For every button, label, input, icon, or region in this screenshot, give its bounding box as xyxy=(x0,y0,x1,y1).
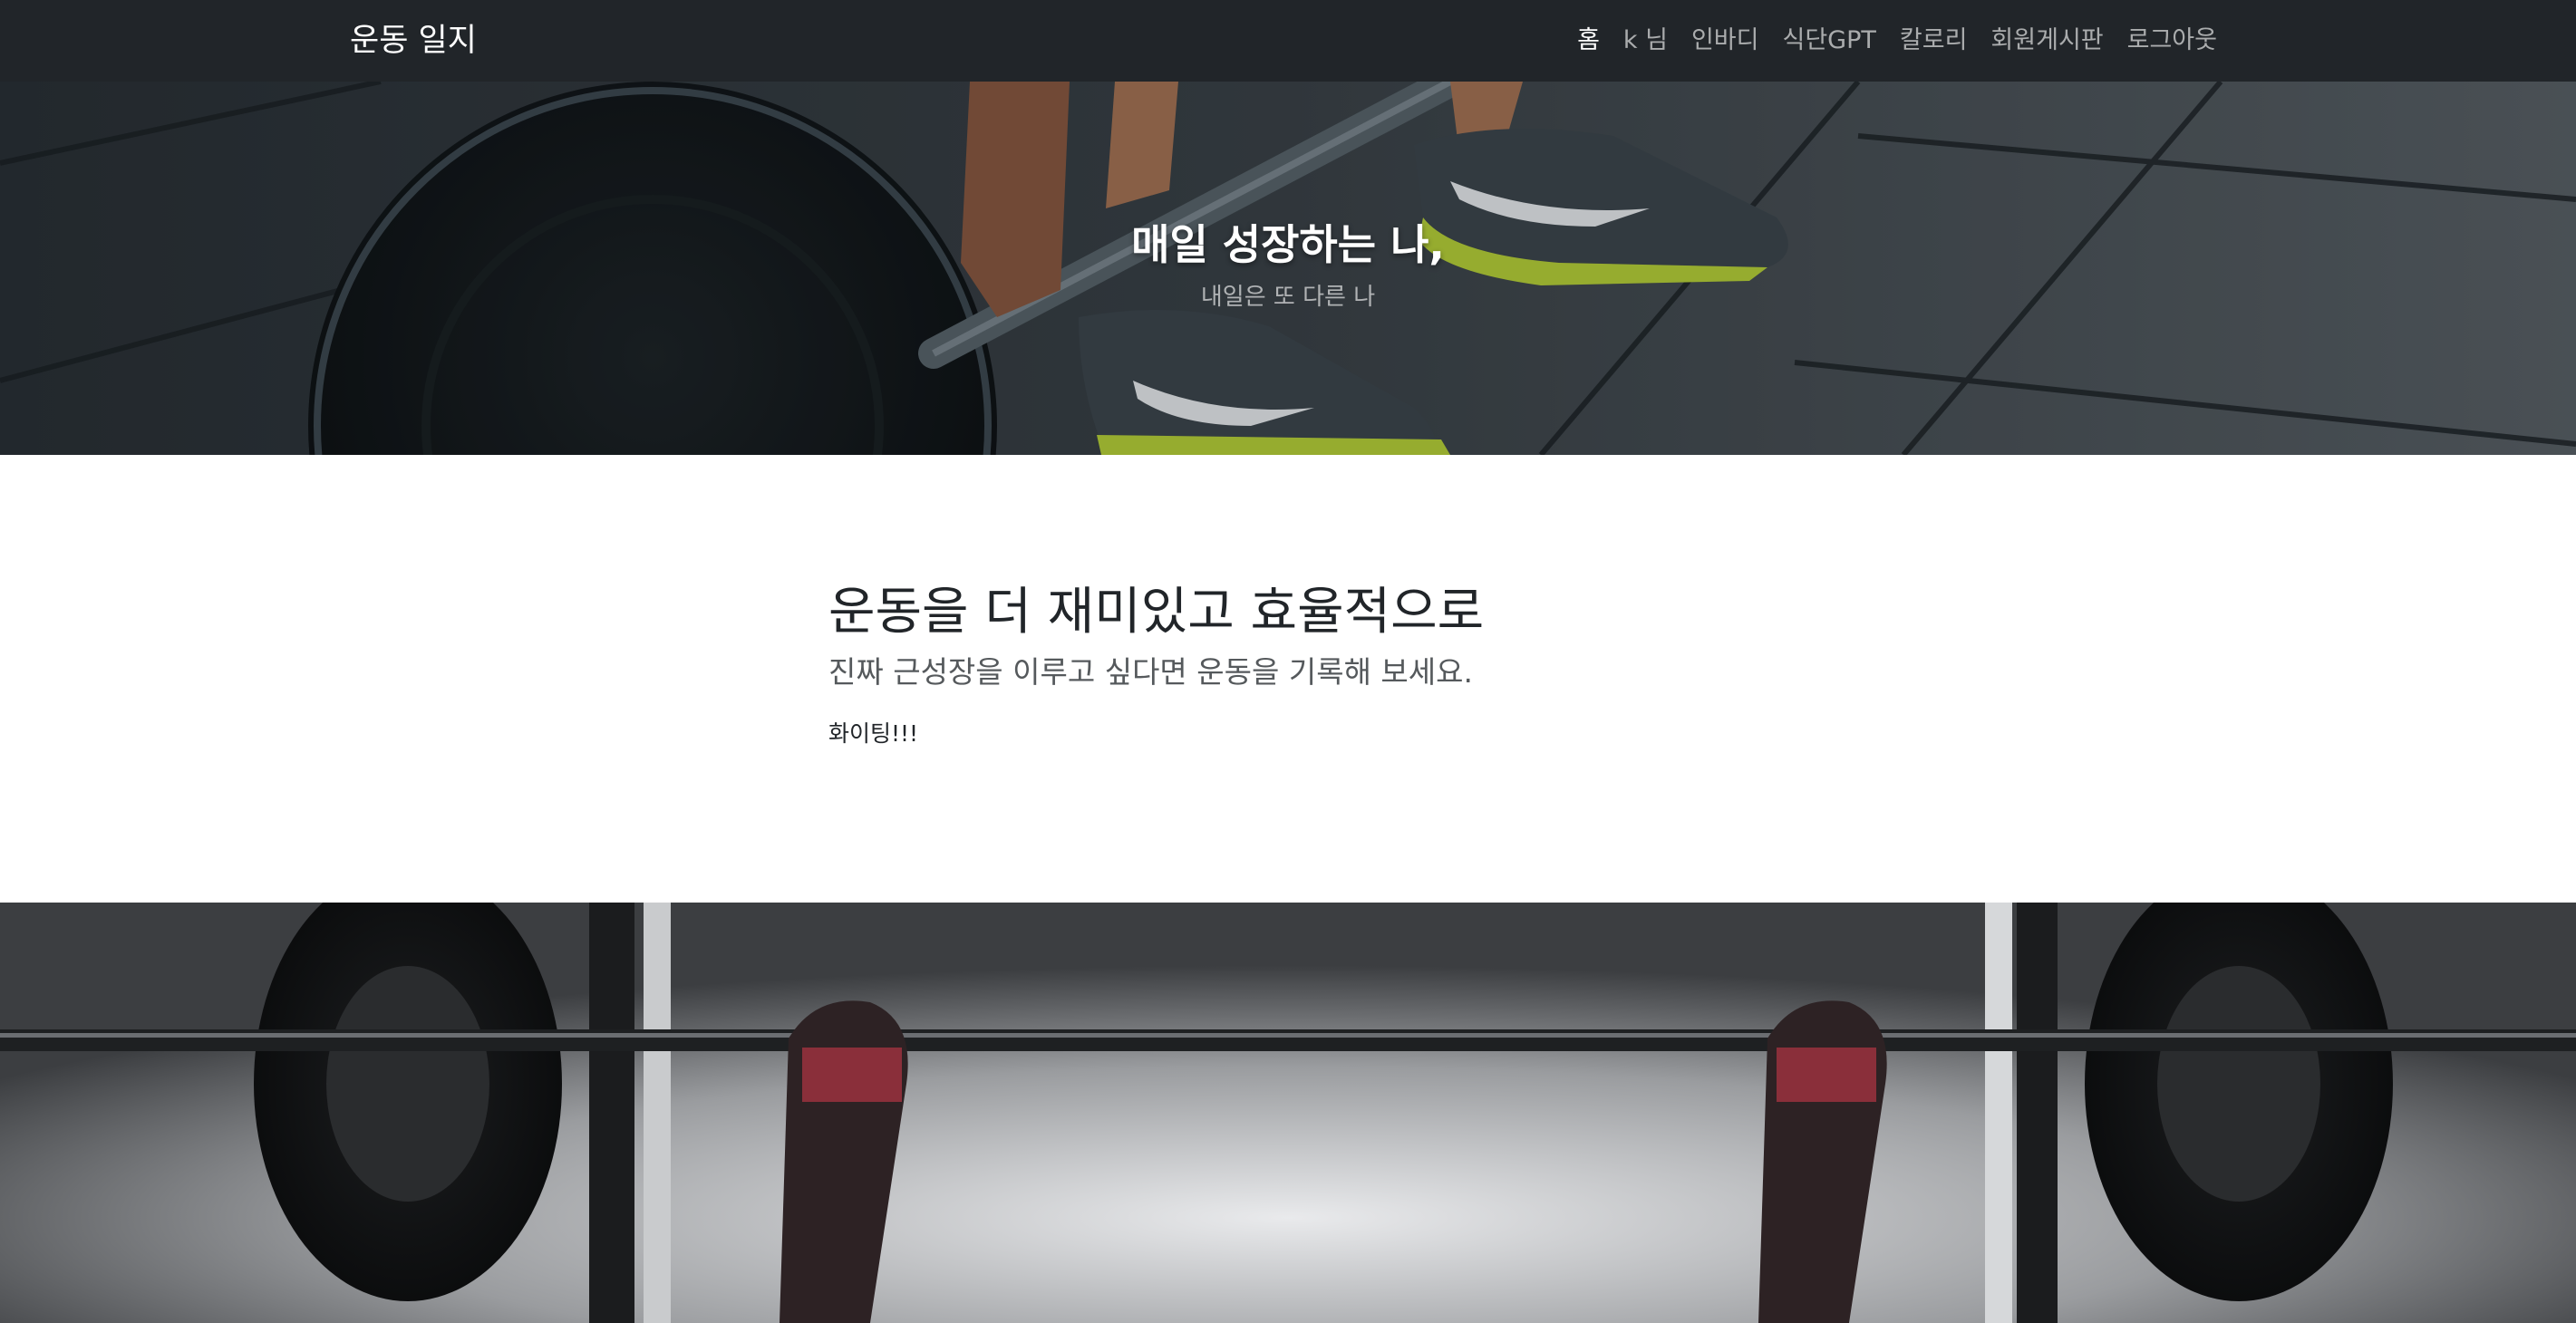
nav-item-board[interactable]: 회원게시판 xyxy=(1979,18,2115,63)
intro-lead: 진짜 근성장을 이루고 싶다면 운동을 기록해 보세요. xyxy=(828,654,1473,690)
nav-item-diet-gpt[interactable]: 식단GPT xyxy=(1771,18,1888,63)
nav-item-user[interactable]: k 님 xyxy=(1612,18,1680,63)
intro-section: 운동을 더 재미있고 효율적으로 진짜 근성장을 이루고 싶다면 운동을 기록해… xyxy=(828,580,1825,752)
bench-press-image xyxy=(0,903,2576,1323)
intro-note: 화이팅!!! xyxy=(828,720,919,747)
hero-caption: 매일 성장하는 나, 내일은 또 다른 나 xyxy=(0,82,2576,455)
hero-banner: 매일 성장하는 나, 내일은 또 다른 나 xyxy=(0,82,2576,455)
hero-subtitle: 내일은 또 다른 나 xyxy=(1200,284,1376,311)
nav-item-calorie[interactable]: 칼로리 xyxy=(1888,18,1980,63)
nav-item-home[interactable]: 홈 xyxy=(1565,18,1612,63)
top-navbar: 운동 일지 홈 k 님 인바디 식단GPT 칼로리 회원게시판 로그아웃 xyxy=(0,0,2576,82)
hero-title: 매일 성장하는 나, xyxy=(1131,220,1445,269)
bottom-banner xyxy=(0,903,2576,1323)
nav-item-logout[interactable]: 로그아웃 xyxy=(2116,18,2217,63)
intro-heading: 운동을 더 재미있고 효율적으로 xyxy=(828,583,1485,642)
brand-link[interactable]: 운동 일지 xyxy=(350,18,477,63)
nav-item-inbody[interactable]: 인바디 xyxy=(1680,18,1771,63)
nav-menu: 홈 k 님 인바디 식단GPT 칼로리 회원게시판 로그아웃 xyxy=(1565,18,2217,63)
